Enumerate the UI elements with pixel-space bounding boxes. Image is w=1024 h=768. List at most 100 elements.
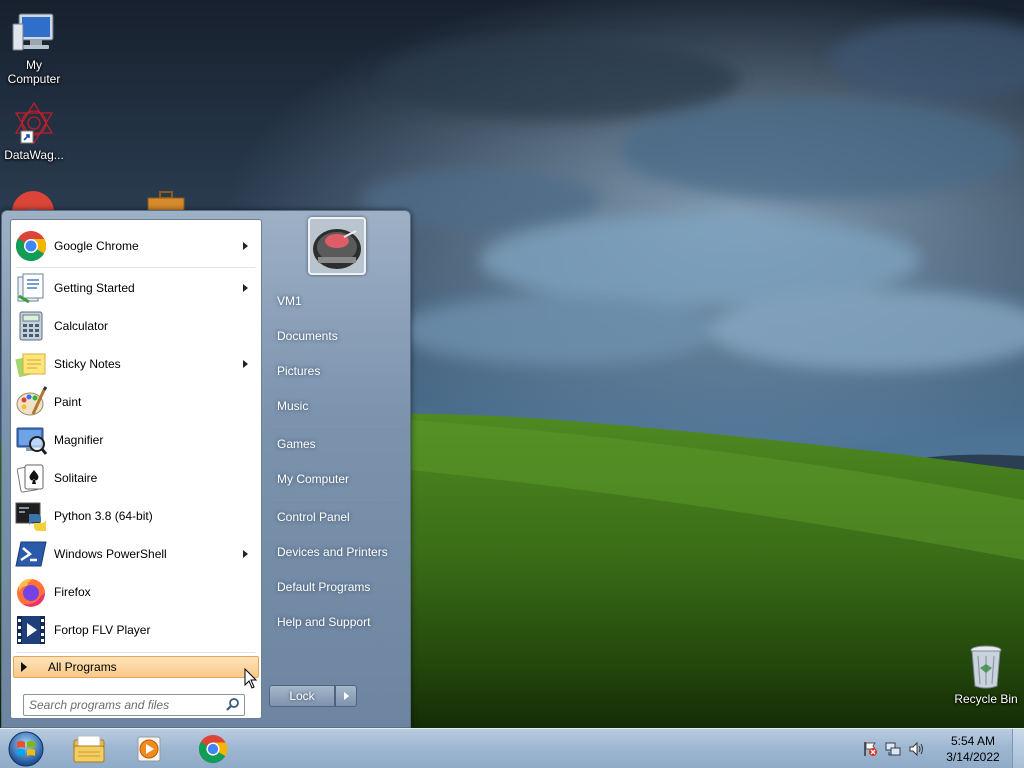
submenu-arrow-icon[interactable] xyxy=(243,550,248,558)
right-item-label: Devices and Printers xyxy=(277,545,388,559)
lock-button[interactable]: Lock xyxy=(269,685,335,707)
program-label: Sticky Notes xyxy=(54,357,121,371)
chrome-icon xyxy=(198,734,228,764)
program-item-paint[interactable]: Paint xyxy=(14,384,258,420)
program-item-windows-powershell[interactable]: Windows PowerShell xyxy=(14,536,258,572)
show-desktop-button[interactable] xyxy=(1012,729,1024,768)
program-item-calculator[interactable]: Calculator xyxy=(14,308,258,344)
user-picture-tile[interactable] xyxy=(308,217,366,275)
media-player-icon xyxy=(137,736,161,762)
calculator-icon xyxy=(19,311,43,341)
right-item-label: Documents xyxy=(277,329,338,343)
right-item-label: VM1 xyxy=(277,294,302,308)
briefcase-desktop-icon[interactable] xyxy=(144,190,188,212)
expand-arrow-icon xyxy=(21,662,27,672)
program-label: Solitaire xyxy=(54,471,98,485)
program-label: Google Chrome xyxy=(54,239,139,253)
clock-date: 3/14/2022 xyxy=(946,750,1000,764)
program-item-sticky-notes[interactable]: Sticky Notes xyxy=(14,346,258,382)
start-menu: Google Chrome Getting Started Calculator… xyxy=(1,210,411,728)
shutdown-options-button[interactable] xyxy=(335,685,357,707)
desktop-icon-label: My Computer xyxy=(7,58,61,86)
chevron-right-icon xyxy=(343,692,349,700)
system-tray xyxy=(862,729,931,768)
start-right-item-devices-and-printers[interactable]: Devices and Printers xyxy=(268,537,404,567)
my-computer-icon xyxy=(12,13,54,51)
all-programs-label: All Programs xyxy=(48,660,117,674)
desktop-icon-datawag[interactable]: DataWag... xyxy=(0,100,69,162)
program-label: Paint xyxy=(54,395,82,409)
firefox-icon xyxy=(17,578,45,607)
magnifier-icon xyxy=(16,427,47,455)
taskbar: 5:54 AM 3/14/2022 xyxy=(0,728,1024,768)
program-label: Getting Started xyxy=(54,281,135,295)
divider xyxy=(17,652,255,653)
desktop-icon-my-computer[interactable]: My Computer xyxy=(0,10,69,86)
mouse-cursor-icon xyxy=(244,668,258,689)
start-right-item-help-and-support[interactable]: Help and Support xyxy=(268,607,404,637)
start-right-item-games[interactable]: Games xyxy=(268,429,404,459)
right-item-label: Games xyxy=(277,437,316,451)
right-item-label: Pictures xyxy=(277,364,321,378)
network-icon[interactable] xyxy=(885,741,901,757)
user-picture-icon xyxy=(310,219,364,273)
desktop-icon-recycle-bin[interactable]: Recycle Bin xyxy=(951,642,1021,706)
program-item-fortop-flv-player[interactable]: Fortop FLV Player xyxy=(14,612,258,648)
program-label: Windows PowerShell xyxy=(54,547,167,561)
divider xyxy=(272,426,402,427)
taskbar-button-google-chrome[interactable] xyxy=(186,731,240,767)
program-label: Python 3.8 (64-bit) xyxy=(54,509,153,523)
program-item-python[interactable]: Python 3.8 (64-bit) xyxy=(14,498,258,534)
program-item-magnifier[interactable]: Magnifier xyxy=(14,422,258,458)
program-item-getting-started[interactable]: Getting Started xyxy=(14,270,258,306)
getting-started-icon xyxy=(17,273,44,304)
windows-orb-icon xyxy=(8,731,44,767)
solitaire-icon xyxy=(16,464,44,493)
chrome-icon xyxy=(15,231,47,262)
action-center-flag-icon[interactable] xyxy=(862,741,878,757)
start-right-item-vm1[interactable]: VM1 xyxy=(268,286,404,316)
chrome-desktop-icon[interactable] xyxy=(10,190,56,212)
right-item-label: Control Panel xyxy=(277,510,350,524)
right-item-label: Default Programs xyxy=(277,580,371,594)
right-item-label: My Computer xyxy=(277,472,350,486)
recycle-bin-icon xyxy=(970,645,1002,689)
right-item-label: Music xyxy=(277,399,309,413)
submenu-arrow-icon[interactable] xyxy=(243,360,248,368)
program-label: Magnifier xyxy=(54,433,104,447)
program-item-solitaire[interactable]: Solitaire xyxy=(14,460,258,496)
paint-icon xyxy=(16,386,47,416)
divider xyxy=(272,499,402,500)
search-programs-box[interactable] xyxy=(23,694,245,716)
start-right-item-music[interactable]: Music xyxy=(268,391,404,421)
taskbar-clock[interactable]: 5:54 AM 3/14/2022 xyxy=(940,733,1006,765)
start-right-item-pictures[interactable]: Pictures xyxy=(268,356,404,386)
start-right-item-control-panel[interactable]: Control Panel xyxy=(268,502,404,532)
desktop-icon-label: Recycle Bin xyxy=(954,692,1018,706)
submenu-arrow-icon[interactable] xyxy=(243,242,248,250)
all-programs-button[interactable]: All Programs xyxy=(13,656,259,678)
taskbar-button-windows-explorer[interactable] xyxy=(62,731,116,767)
volume-icon[interactable] xyxy=(908,741,924,757)
program-item-google-chrome[interactable]: Google Chrome xyxy=(14,228,258,264)
python-icon xyxy=(15,502,46,531)
program-label: Calculator xyxy=(54,319,109,333)
powershell-icon xyxy=(15,541,47,567)
search-input[interactable] xyxy=(29,696,223,714)
folder-icon xyxy=(73,735,105,763)
program-item-firefox[interactable]: Firefox xyxy=(14,574,258,610)
start-button[interactable] xyxy=(6,730,46,768)
program-label: Fortop FLV Player xyxy=(54,623,151,637)
start-right-item-my-computer[interactable]: My Computer xyxy=(268,464,404,494)
datawag-shortcut-icon xyxy=(14,101,54,145)
programs-pane: Google Chrome Getting Started Calculator… xyxy=(10,219,262,719)
clock-time: 5:54 AM xyxy=(950,734,996,748)
right-item-label: Help and Support xyxy=(277,615,371,629)
search-icon[interactable] xyxy=(225,697,241,713)
taskbar-button-media-player[interactable] xyxy=(122,731,176,767)
start-right-item-default-programs[interactable]: Default Programs xyxy=(268,572,404,602)
submenu-arrow-icon[interactable] xyxy=(243,284,248,292)
start-right-item-documents[interactable]: Documents xyxy=(268,321,404,351)
desktop-icon-label: DataWag... xyxy=(4,148,64,162)
lock-label: Lock xyxy=(289,689,315,703)
